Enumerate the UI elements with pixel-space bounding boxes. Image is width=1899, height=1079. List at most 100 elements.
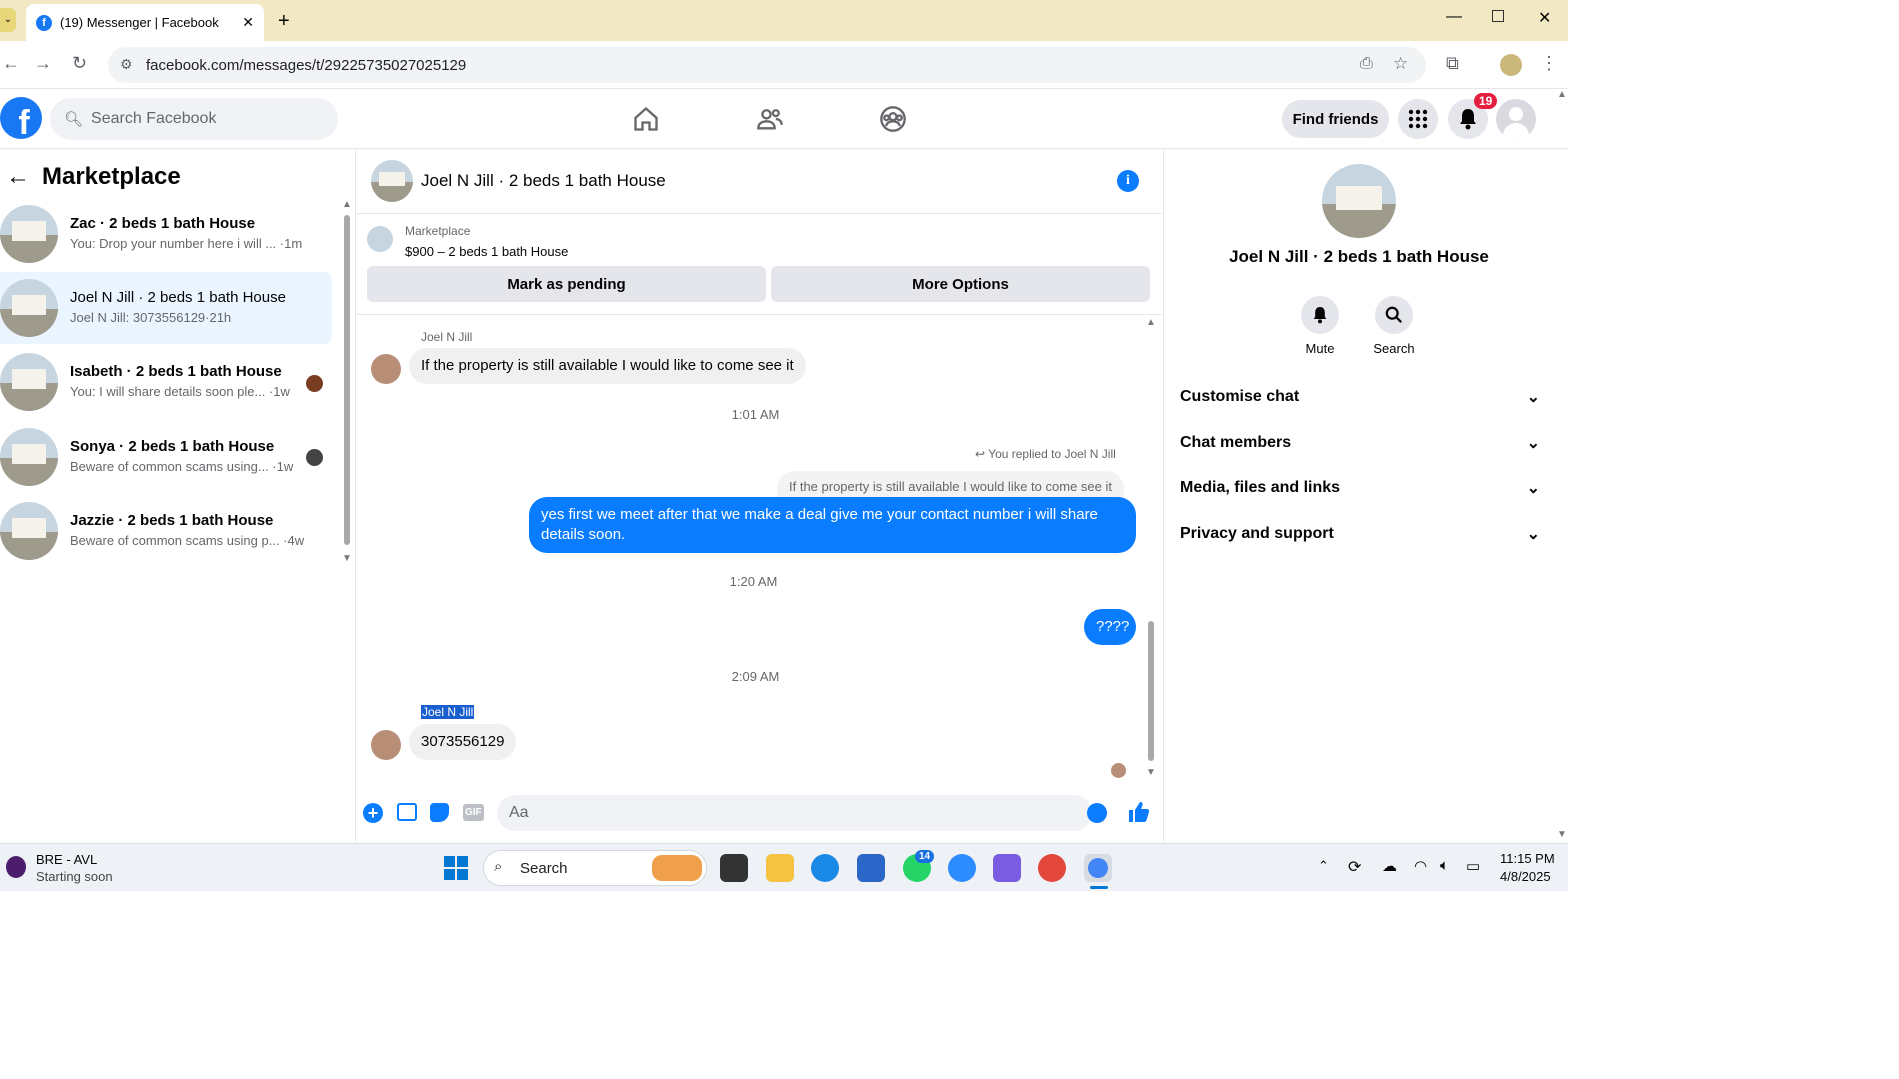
sender-avatar[interactable] (371, 730, 401, 760)
edge-icon[interactable] (811, 854, 839, 882)
emoji-icon[interactable] (1087, 803, 1107, 823)
outgoing-message[interactable]: ???? (1084, 609, 1136, 645)
premier-league-icon[interactable] (6, 856, 26, 878)
url-text: facebook.com/messages/t/2922573502702512… (146, 56, 467, 74)
profile-picture[interactable] (1322, 164, 1396, 238)
conversation-item[interactable]: Jazzie · 2 beds 1 bath House Beware of co… (0, 495, 332, 567)
facebook-logo-icon[interactable]: f (0, 97, 42, 139)
house-thumbnail (0, 502, 58, 560)
conversation-preview: You: I will share details soon ple... ·1… (70, 384, 290, 399)
bookmark-star-icon[interactable]: ☆ (1393, 54, 1408, 74)
like-thumb-icon[interactable] (1127, 800, 1151, 829)
chrome-menu-icon[interactable]: ⋮ (1540, 53, 1558, 74)
mark-pending-button[interactable]: Mark as pending (367, 266, 766, 302)
notification-badge: 19 (1474, 93, 1498, 109)
page-scroll-up-icon[interactable]: ▲ (1557, 89, 1567, 100)
clock-time[interactable]: 11:15 PM (1500, 851, 1555, 866)
battery-icon[interactable]: ▭ (1466, 857, 1480, 875)
chat-header: Joel N Jill · 2 beds 1 bath House i (357, 149, 1162, 214)
copilot-icon[interactable] (993, 854, 1021, 882)
home-icon[interactable] (632, 105, 660, 138)
incoming-message[interactable]: If the property is still available I wou… (409, 348, 806, 384)
outgoing-message[interactable]: yes first we meet after that we make a d… (529, 497, 1136, 553)
conversation-sidebar: ← Marketplace Zac · 2 beds 1 bath House Y… (0, 149, 356, 843)
sidebar-scrollbar[interactable] (344, 215, 350, 545)
house-thumbnail (0, 428, 58, 486)
volume-icon[interactable]: 🔈︎ (1440, 857, 1449, 874)
groups-icon[interactable] (879, 105, 907, 138)
site-info-icon[interactable]: ⚙ (120, 56, 133, 73)
scroll-up-icon[interactable]: ▲ (1146, 317, 1156, 328)
microsoft-store-icon[interactable] (857, 854, 885, 882)
conversation-item[interactable]: Zac · 2 beds 1 bath House You: Drop your … (0, 198, 332, 270)
onedrive-icon[interactable]: ☁ (1382, 857, 1397, 875)
info-icon[interactable]: i (1117, 170, 1139, 192)
gif-icon[interactable]: GIF (463, 804, 484, 821)
chat-scrollbar[interactable] (1148, 621, 1154, 761)
tray-overflow-icon[interactable]: ⌃ (1318, 858, 1329, 874)
zoom-icon[interactable] (948, 854, 976, 882)
install-app-icon[interactable]: ⎙ (1360, 55, 1373, 73)
forward-icon[interactable]: → (34, 53, 52, 74)
reload-icon[interactable]: ↻ (72, 53, 87, 74)
window-close-icon[interactable]: ✕ (1538, 8, 1551, 28)
wifi-icon[interactable]: ◠ (1414, 857, 1427, 875)
tab-messenger[interactable]: f (19) Messenger | Facebook ✕ (26, 4, 264, 41)
more-options-button[interactable]: More Options (771, 266, 1150, 302)
timestamp: 1:20 AM (729, 574, 778, 589)
sidebar-title: Marketplace (42, 163, 181, 190)
clock-date[interactable]: 4/8/2025 (1500, 869, 1551, 884)
page-scroll-down-icon[interactable]: ▼ (1557, 829, 1567, 840)
extensions-icon[interactable]: ⧉ (1446, 53, 1459, 74)
profile-icon[interactable] (1500, 54, 1522, 76)
mute-bell-icon[interactable] (1301, 296, 1339, 334)
chrome-profile-icon[interactable] (1038, 854, 1066, 882)
file-explorer-icon[interactable] (766, 854, 794, 882)
search-facebook-input[interactable]: 🔍︎ Search Facebook (50, 98, 338, 140)
back-arrow-icon[interactable]: ← (6, 163, 30, 191)
chat-title[interactable]: Joel N Jill · 2 beds 1 bath House (421, 171, 666, 191)
photo-icon[interactable] (397, 803, 417, 821)
search-conversation-icon[interactable] (1375, 296, 1413, 334)
add-attachment-icon[interactable]: + (363, 803, 383, 823)
scroll-down-icon[interactable]: ▼ (342, 553, 352, 564)
scroll-down-icon[interactable]: ▼ (1146, 767, 1156, 778)
address-bar[interactable]: ⚙ facebook.com/messages/t/29225735027025… (108, 47, 1426, 83)
chrome-active-icon[interactable] (1084, 854, 1112, 882)
message-input[interactable]: Aa (497, 795, 1107, 831)
chat-avatar[interactable] (371, 160, 413, 202)
customise-chat-section[interactable]: Customise chat ⌄ (1180, 377, 1540, 417)
scroll-up-icon[interactable]: ▲ (342, 199, 352, 210)
minimize-icon[interactable]: — (1446, 8, 1462, 26)
sync-icon[interactable]: ⟳ (1348, 857, 1361, 877)
conversation-item[interactable]: Sonya · 2 beds 1 bath House Beware of com… (0, 421, 332, 493)
facebook-header: f 🔍︎ Search Facebook Find friends 19 (0, 89, 1568, 149)
news-title[interactable]: BRE - AVL (36, 852, 97, 867)
taskbar-search[interactable]: ⌕ Search (483, 850, 707, 886)
new-tab-icon[interactable]: + (278, 10, 290, 33)
friends-icon[interactable] (756, 105, 784, 138)
search-label: Search (1373, 341, 1415, 356)
media-files-links-section[interactable]: Media, files and links ⌄ (1180, 468, 1540, 508)
listing-price[interactable]: $900 – 2 beds 1 bath House (405, 244, 568, 259)
account-avatar[interactable] (1496, 99, 1536, 139)
sender-name-selected: Joel N Jill (421, 705, 475, 719)
privacy-support-section[interactable]: Privacy and support ⌄ (1180, 514, 1540, 554)
house-thumbnail (0, 279, 58, 337)
listing-banner: Marketplace $900 – 2 beds 1 bath House M… (357, 215, 1162, 315)
close-tab-icon[interactable]: ✕ (242, 14, 254, 31)
windows-start-icon[interactable] (444, 856, 468, 885)
tab-search-icon[interactable]: ⌄ (0, 8, 16, 32)
conversation-item[interactable]: Isabeth · 2 beds 1 bath House You: I will… (0, 346, 332, 418)
sticker-icon[interactable] (430, 803, 449, 822)
conversation-item-active[interactable]: Joel N Jill · 2 beds 1 bath House Joel N … (0, 272, 332, 344)
sender-avatar[interactable] (371, 354, 401, 384)
find-friends-button[interactable]: Find friends (1282, 100, 1389, 138)
chat-members-section[interactable]: Chat members ⌄ (1180, 423, 1540, 463)
restore-icon[interactable] (1492, 10, 1504, 22)
back-icon[interactable]: ← (2, 53, 20, 74)
menu-grid-icon[interactable] (1398, 99, 1438, 139)
section-label: Privacy and support (1180, 525, 1334, 542)
incoming-message[interactable]: 3073556129 (409, 724, 517, 760)
task-view-icon[interactable] (720, 854, 748, 882)
